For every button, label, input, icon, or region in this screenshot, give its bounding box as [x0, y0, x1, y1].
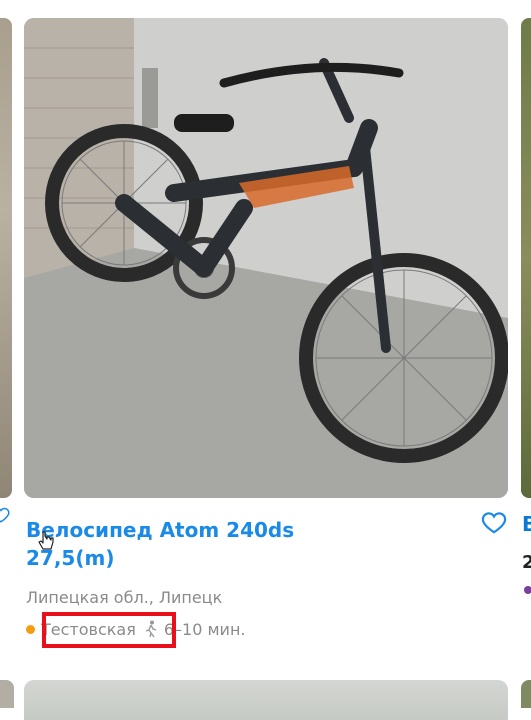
next-listing-metro-dot: [524, 586, 531, 594]
next-listing-price: 2: [522, 552, 531, 573]
next-row-listing-photo[interactable]: [24, 680, 508, 720]
heart-outline-icon[interactable]: [0, 506, 10, 524]
highlight-box: [42, 612, 176, 648]
listing-photo[interactable]: [24, 18, 508, 498]
heart-outline-icon[interactable]: [480, 510, 508, 536]
bicycle-photo: [24, 18, 508, 498]
hand-cursor-icon: [38, 531, 54, 550]
previous-listing-photo[interactable]: [0, 18, 12, 498]
next-listing-photo[interactable]: [521, 18, 531, 498]
walk-time: 6–10 мин.: [163, 619, 246, 639]
listing-title-link[interactable]: Велосипед Atom 240ds 27,5(m): [26, 516, 326, 572]
metro-line-dot: [26, 624, 35, 634]
next-listing-title[interactable]: В: [522, 512, 531, 536]
listing-location: Липецкая обл., Липецк: [26, 588, 223, 607]
next-row-right-photo[interactable]: [521, 680, 531, 708]
next-row-left-photo[interactable]: [0, 680, 14, 708]
